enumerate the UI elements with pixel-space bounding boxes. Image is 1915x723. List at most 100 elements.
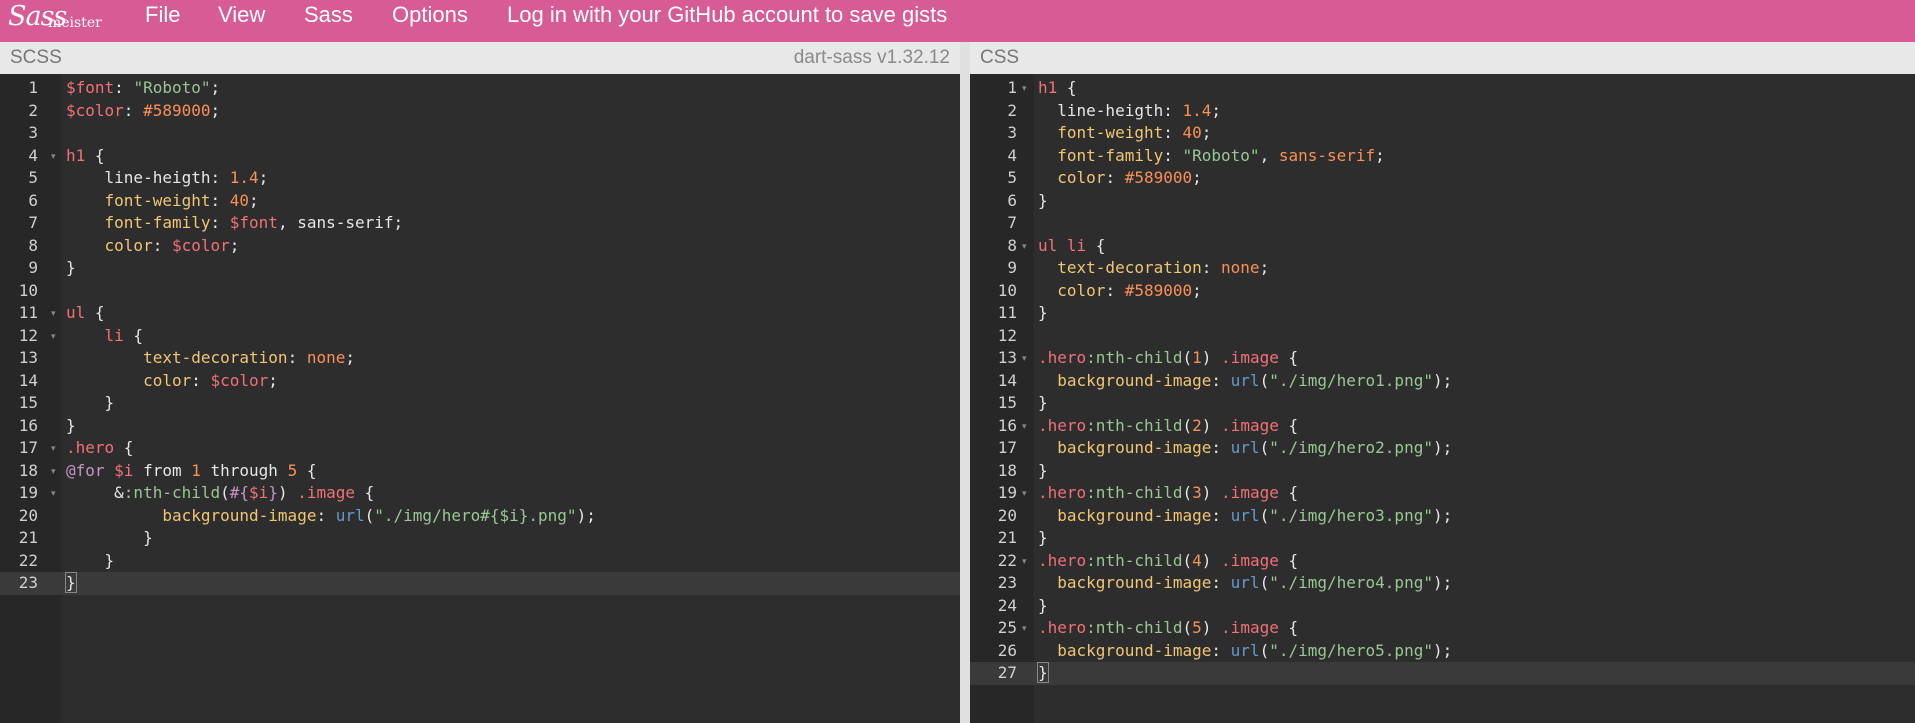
code-token: 2 — [1192, 415, 1202, 435]
line-number: 8 — [28, 235, 38, 255]
code-token: : — [114, 78, 134, 97]
menu-sass[interactable]: Sass — [304, 0, 353, 30]
menu-file[interactable]: File — [145, 0, 180, 30]
fold-toggle-icon[interactable]: ▾ — [51, 325, 56, 348]
code-token: ( — [1259, 505, 1270, 525]
menu-options[interactable]: Options — [392, 0, 468, 30]
code-line[interactable]: 25 ▾ .hero:nth-child(5) .image { — [970, 617, 1915, 640]
code-line[interactable]: 9 text-decoration: none; — [970, 257, 1915, 280]
code-line[interactable]: 16} — [0, 415, 960, 438]
code-line[interactable]: 26 background-image: url("./img/hero5.pn… — [970, 640, 1915, 663]
code-line[interactable]: 3 font-weight: 40; — [970, 122, 1915, 145]
code-line[interactable]: 18 ▾ @for $i from 1 through 5 { — [0, 460, 960, 483]
menu-view[interactable]: View — [218, 0, 265, 30]
code-line[interactable]: 7 font-family: $font, sans-serif; — [0, 212, 960, 235]
code-line[interactable]: 11} — [970, 302, 1915, 325]
code-line[interactable]: 17 background-image: url("./img/hero2.pn… — [970, 437, 1915, 460]
line-number: 5 — [28, 168, 38, 187]
code-token: } — [1038, 528, 1048, 547]
code-line[interactable]: 9} — [0, 257, 960, 280]
code-line[interactable]: 18} — [970, 460, 1915, 483]
fold-toggle-icon[interactable]: ▾ — [51, 437, 56, 460]
code-line[interactable]: 13 text-decoration: none; — [0, 347, 960, 370]
fold-toggle-icon[interactable]: ▾ — [1022, 347, 1027, 370]
code-line[interactable]: 21 } — [0, 527, 960, 550]
code-line[interactable]: 19 ▾ .hero:nth-child(3) .image { — [970, 482, 1915, 505]
code-line[interactable]: 3 — [0, 122, 960, 145]
code-line[interactable]: 23 background-image: url("./img/hero4.pn… — [970, 572, 1915, 595]
sassmeister-logo[interactable]: Sass meister — [8, 1, 108, 41]
code-line[interactable]: 10 color: #589000; — [970, 280, 1915, 303]
line-number: 18 — [18, 460, 38, 480]
code-line[interactable]: 1 $font: "Roboto"; — [0, 77, 960, 100]
line-number: 9 — [1007, 258, 1017, 277]
code-line[interactable]: 12 ▾ li { — [0, 325, 960, 348]
code-line[interactable]: 14 color: $color; — [0, 370, 960, 393]
code-token: :nth-child — [1086, 618, 1183, 637]
code-line[interactable]: 12 — [970, 325, 1915, 348]
code-line[interactable]: 24} — [970, 595, 1915, 618]
code-line[interactable]: 23} — [0, 572, 960, 595]
code-token: ( — [1259, 640, 1270, 660]
scss-editor[interactable]: 1 $font: "Roboto"; 2 $color: #589000; 3 4 ▾ h1 … — [0, 74, 960, 723]
fold-toggle-icon[interactable]: ▾ — [1022, 482, 1027, 505]
code-token: .hero — [1038, 483, 1087, 502]
code-token: , sans-serif; — [277, 213, 404, 232]
code-line[interactable]: 13 ▾ .hero:nth-child(1) .image { — [970, 347, 1915, 370]
code-token: color — [1057, 280, 1106, 300]
code-line[interactable]: 14 background-image: url("./img/hero1.pn… — [970, 370, 1915, 393]
line-number: 16 — [997, 415, 1017, 435]
code-line[interactable]: 4 ▾ h1 { — [0, 145, 960, 168]
line-number: 15 — [997, 393, 1017, 412]
fold-toggle-icon[interactable]: ▾ — [51, 482, 56, 505]
code-line[interactable]: 16 ▾ .hero:nth-child(2) .image { — [970, 415, 1915, 438]
code-token: .hero — [1038, 415, 1087, 435]
css-output-editor[interactable]: 1 ▾ h1 {2 line-heigth: 1.4; 3 font-weight: … — [970, 74, 1915, 723]
code-text: font-weight: 40; — [66, 190, 259, 213]
code-line[interactable]: 15 } — [0, 392, 960, 415]
code-line[interactable]: 4 font-family: "Roboto", sans-serif; — [970, 145, 1915, 168]
fold-toggle-icon[interactable]: ▾ — [1022, 550, 1027, 573]
code-line[interactable]: 22 ▾ .hero:nth-child(4) .image { — [970, 550, 1915, 573]
fold-toggle-icon[interactable]: ▾ — [51, 145, 56, 168]
fold-toggle-icon[interactable]: ▾ — [51, 460, 56, 483]
code-line[interactable]: 20 background-image: url("./img/hero3.pn… — [970, 505, 1915, 528]
line-number: 15 — [18, 393, 38, 412]
fold-toggle-icon[interactable]: ▾ — [1022, 415, 1027, 438]
code-line[interactable]: 6} — [970, 190, 1915, 213]
code-line[interactable]: 22 } — [0, 550, 960, 573]
code-line[interactable]: 20 background-image: url("./img/hero#{$i… — [0, 505, 960, 528]
code-line[interactable]: 5 color: #589000; — [970, 167, 1915, 190]
code-token: ( — [1182, 348, 1193, 367]
code-line[interactable]: 7 — [970, 212, 1915, 235]
code-token: ; — [268, 370, 278, 390]
code-line[interactable]: 8 color: $color; — [0, 235, 960, 258]
code-line[interactable]: 1 ▾ h1 { — [970, 77, 1915, 100]
pane-resize-handle[interactable] — [960, 42, 970, 723]
fold-toggle-icon[interactable]: ▾ — [1022, 77, 1027, 100]
fold-toggle-icon[interactable]: ▾ — [1022, 617, 1027, 640]
sass-version-selector[interactable]: dart-sass v1.32.12 — [794, 42, 950, 74]
code-line[interactable]: 10 — [0, 280, 960, 303]
code-line[interactable]: 2 $color: #589000; — [0, 100, 960, 123]
code-token: : — [1201, 258, 1222, 277]
code-token: } — [1038, 460, 1048, 480]
code-line[interactable]: 6 font-weight: 40; — [0, 190, 960, 213]
code-line[interactable]: 27} — [970, 662, 1915, 685]
code-token: : — [191, 370, 211, 390]
code-line[interactable]: 17 ▾ .hero { — [0, 437, 960, 460]
line-number: 25 — [997, 618, 1017, 637]
code-token: background-image — [1057, 370, 1212, 390]
code-line[interactable]: 2 line-heigth: 1.4; — [970, 100, 1915, 123]
code-line[interactable]: 15} — [970, 392, 1915, 415]
code-line[interactable]: 8 ▾ ul li { — [970, 235, 1915, 258]
code-token: { — [85, 303, 105, 322]
fold-toggle-icon[interactable]: ▾ — [1022, 235, 1027, 258]
code-line[interactable]: 11 ▾ ul { — [0, 302, 960, 325]
code-line[interactable]: 5 line-heigth: 1.4; — [0, 167, 960, 190]
github-login-link[interactable]: Log in with your GitHub account to save … — [507, 0, 947, 30]
code-line[interactable]: 21} — [970, 527, 1915, 550]
fold-toggle-icon[interactable]: ▾ — [51, 302, 56, 325]
line-number: 11 — [997, 303, 1017, 322]
code-line[interactable]: 19 ▾ &:nth-child(#{$i}) .image { — [0, 482, 960, 505]
